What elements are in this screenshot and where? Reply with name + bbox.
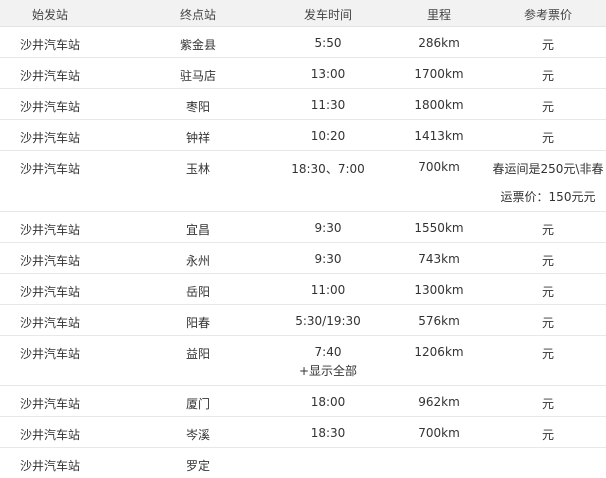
- cell-distance: 1300km: [414, 283, 464, 297]
- cell-origin: 沙井汽车站: [19, 347, 80, 361]
- cell-departure-time: 11:30: [310, 98, 346, 112]
- cell-origin: 沙井汽车站: [19, 100, 80, 114]
- cell-departure-time: 5:30/19:30: [295, 314, 361, 328]
- cell-origin: 沙井汽车站: [19, 397, 80, 411]
- cell-distance: 1800km: [414, 98, 464, 112]
- cell-destination: 驻马店: [179, 69, 216, 83]
- table-row: 沙井汽车站 阳春 5:30/19:30 576km 元: [0, 305, 606, 336]
- cell-departure-time: 18:30、7:00: [291, 162, 365, 176]
- cell-price: 元: [541, 316, 554, 330]
- table-row: 沙井汽车站 宜昌 9:30 1550km 元: [0, 212, 606, 243]
- cell-distance: 1206km: [414, 345, 464, 359]
- cell-departure-time: 10:20: [310, 129, 346, 143]
- cell-price-continued: 运票价：150元元: [500, 190, 596, 204]
- cell-origin: 沙井汽车站: [19, 131, 80, 145]
- cell-departure-time: 5:50: [314, 36, 342, 50]
- cell-origin: 沙井汽车站: [19, 254, 80, 268]
- cell-origin: 沙井汽车站: [19, 285, 80, 299]
- table-row: 沙井汽车站 益阳 7:40 1206km 元 +显示全部: [0, 336, 606, 386]
- header-destination: 终点站: [179, 8, 216, 22]
- cell-destination: 玉林: [185, 162, 210, 176]
- cell-departure-time: 18:30: [310, 426, 346, 440]
- cell-distance: 962km: [418, 395, 460, 409]
- cell-price: 元: [541, 428, 554, 442]
- table-row: 沙井汽车站 厦门 18:00 962km 元: [0, 386, 606, 417]
- cell-price: 元: [541, 285, 554, 299]
- table-row: 沙井汽车站 岑溪 18:30 700km 元: [0, 417, 606, 448]
- cell-distance: 1550km: [414, 221, 464, 235]
- table-row: 沙井汽车站 玉林 18:30、7:00 700km 春运间是250元\非春 运票…: [0, 151, 606, 212]
- cell-destination: 紫金县: [179, 38, 216, 52]
- cell-origin: 沙井汽车站: [19, 428, 80, 442]
- cell-price: 春运间是250元\非春: [492, 162, 604, 176]
- header-origin: 始发站: [31, 8, 68, 22]
- cell-destination: 益阳: [185, 347, 210, 361]
- cell-departure-time: 9:30: [314, 221, 342, 235]
- table-header: 始发站 终点站 发车时间 里程 参考票价: [0, 0, 606, 27]
- cell-destination: 永州: [185, 254, 210, 268]
- cell-distance: 1700km: [414, 67, 464, 81]
- header-departure-time: 发车时间: [303, 8, 352, 22]
- cell-origin: 沙井汽车站: [19, 223, 80, 237]
- cell-distance: 1413km: [414, 129, 464, 143]
- table-row: 沙井汽车站 罗定: [0, 448, 606, 478]
- cell-price: 元: [541, 131, 554, 145]
- cell-departure-time: 13:00: [310, 67, 346, 81]
- cell-destination: 岑溪: [185, 428, 210, 442]
- cell-origin: 沙井汽车站: [19, 38, 80, 52]
- cell-distance: 286km: [418, 36, 460, 50]
- cell-price: 元: [541, 100, 554, 114]
- cell-origin: 沙井汽车站: [19, 162, 80, 176]
- table-row: 沙井汽车站 岳阳 11:00 1300km 元: [0, 274, 606, 305]
- cell-price: 元: [541, 223, 554, 237]
- table-row: 沙井汽车站 驻马店 13:00 1700km 元: [0, 58, 606, 89]
- cell-destination: 罗定: [185, 459, 210, 473]
- cell-destination: 岳阳: [185, 285, 210, 299]
- cell-price: 元: [541, 397, 554, 411]
- cell-departure-time: 7:40: [314, 345, 342, 359]
- cell-origin: 沙井汽车站: [19, 459, 80, 473]
- header-price: 参考票价: [523, 8, 572, 22]
- cell-departure-time: 9:30: [314, 252, 342, 266]
- cell-distance: 576km: [418, 314, 460, 328]
- table-row: 沙井汽车站 枣阳 11:30 1800km 元: [0, 89, 606, 120]
- cell-price: 元: [541, 347, 554, 361]
- cell-destination: 阳春: [185, 316, 210, 330]
- cell-distance: 700km: [418, 160, 460, 174]
- cell-destination: 钟祥: [185, 131, 210, 145]
- header-distance: 里程: [426, 8, 451, 22]
- table-row: 沙井汽车站 紫金县 5:50 286km 元: [0, 27, 606, 58]
- cell-price: 元: [541, 69, 554, 83]
- cell-price: 元: [541, 38, 554, 52]
- cell-price: 元: [541, 254, 554, 268]
- cell-origin: 沙井汽车站: [19, 69, 80, 83]
- cell-origin: 沙井汽车站: [19, 316, 80, 330]
- cell-destination: 厦门: [185, 397, 210, 411]
- cell-distance: 700km: [418, 426, 460, 440]
- cell-departure-time: 18:00: [310, 395, 346, 409]
- cell-departure-time: 11:00: [310, 283, 346, 297]
- cell-destination: 宜昌: [185, 223, 210, 237]
- cell-distance: 743km: [418, 252, 460, 266]
- table-row: 沙井汽车站 钟祥 10:20 1413km 元: [0, 120, 606, 151]
- table-row: 沙井汽车站 永州 9:30 743km 元: [0, 243, 606, 274]
- show-all-link[interactable]: +显示全部: [278, 362, 378, 379]
- cell-destination: 枣阳: [185, 100, 210, 114]
